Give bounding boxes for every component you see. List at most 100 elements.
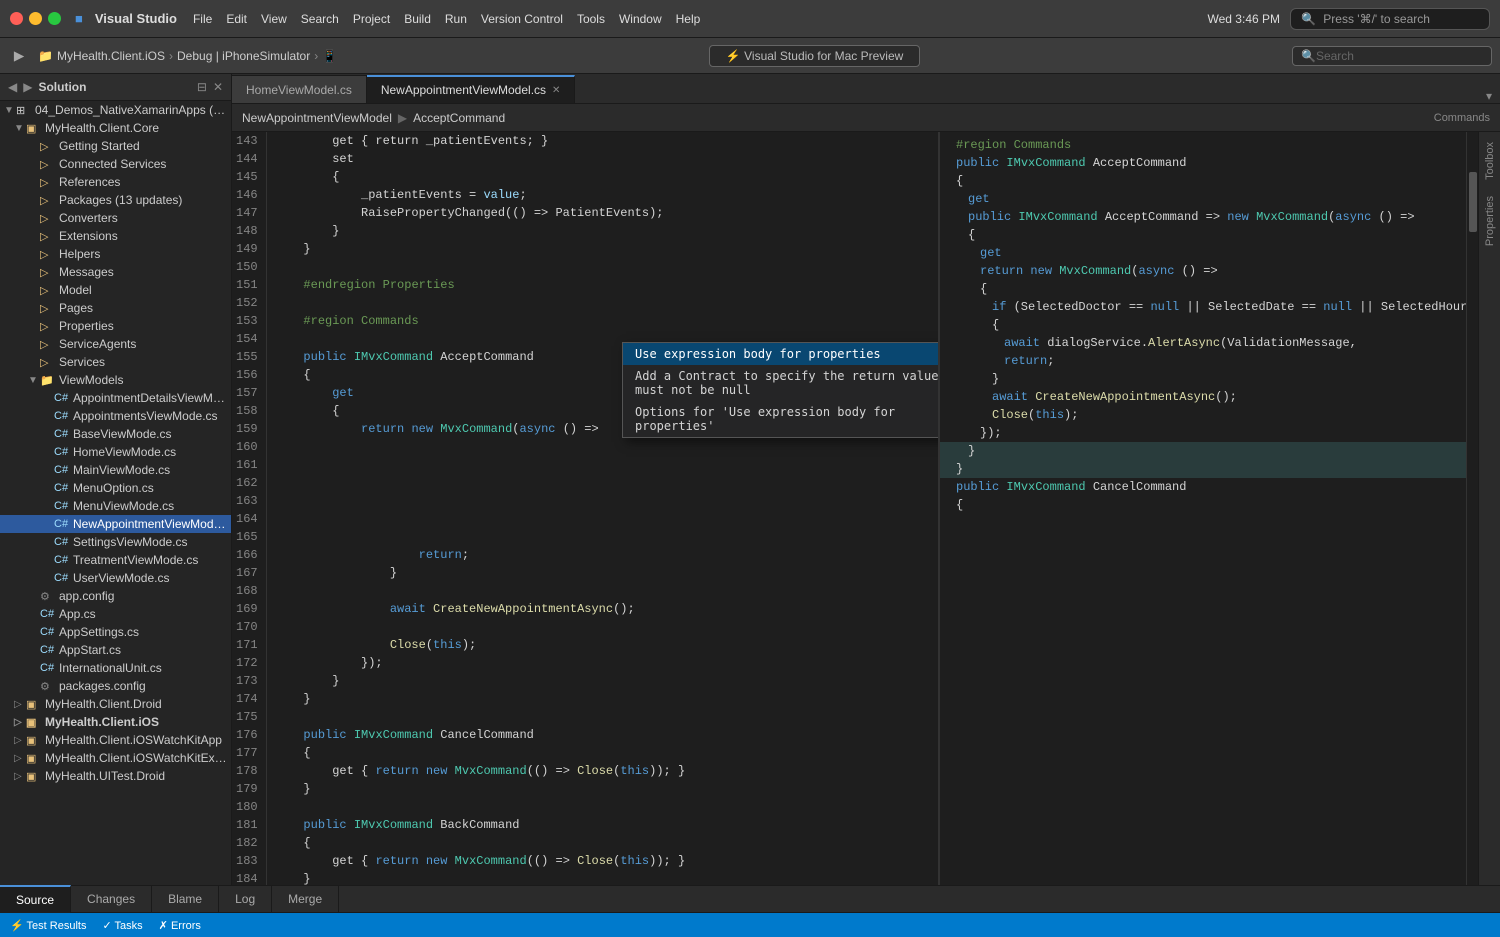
tree-node-file-5[interactable]: C# MainViewMode.cs <box>0 461 231 479</box>
cs-icon: C# <box>54 572 70 584</box>
cs-icon: C# <box>40 644 56 656</box>
tree-node-viewmodels[interactable]: ▼ 📁 ViewModels <box>0 371 231 389</box>
tree-node-serviceagents[interactable]: ▷ ServiceAgents <box>0 335 231 353</box>
tree-node-file-4[interactable]: C# HomeViewMode.cs <box>0 443 231 461</box>
cs-icon: C# <box>54 536 70 548</box>
tree-node-pkgconfig[interactable]: ⚙ packages.config <box>0 677 231 695</box>
minimize-button[interactable] <box>29 12 42 25</box>
table-row: return new MvxCommand(async () => <box>940 262 1478 280</box>
maximize-button[interactable] <box>48 12 61 25</box>
status-item-3[interactable]: ✗ Errors <box>159 919 201 932</box>
tree-node-file-3[interactable]: C# BaseViewMode.cs <box>0 425 231 443</box>
close-button[interactable] <box>10 12 23 25</box>
tree-node-droid[interactable]: ▷ ▣ MyHealth.Client.Droid <box>0 695 231 713</box>
status-item-2[interactable]: ✓ Tasks <box>102 919 142 932</box>
menu-project[interactable]: Project <box>353 12 390 26</box>
tree-node-properties[interactable]: ▷ Properties <box>0 317 231 335</box>
cs-icon: C# <box>54 554 70 566</box>
status-item-1[interactable]: ⚡ Test Results <box>10 919 86 932</box>
folder-icon: ▷ <box>40 338 56 351</box>
tree-node-appsettings[interactable]: C# AppSettings.cs <box>0 623 231 641</box>
menu-search[interactable]: Search <box>301 12 339 26</box>
tree-node-file-2[interactable]: C# AppointmentsViewMode.cs <box>0 407 231 425</box>
run-button[interactable]: ▶ <box>8 45 30 67</box>
breadcrumb-member[interactable]: AcceptCommand <box>413 111 505 125</box>
breadcrumb-class[interactable]: NewAppointmentViewModel <box>242 111 392 125</box>
tree-node-converters[interactable]: ▷ Converters <box>0 209 231 227</box>
bottom-tab-changes[interactable]: Changes <box>71 885 152 913</box>
menu-edit[interactable]: Edit <box>226 12 247 26</box>
tree-node-appcs[interactable]: C# App.cs <box>0 605 231 623</box>
tree-node-file-10[interactable]: C# UserViewMode.cs <box>0 569 231 587</box>
menu-file[interactable]: File <box>193 12 212 26</box>
toolbar-search[interactable]: 🔍 Search <box>1292 46 1492 66</box>
tree-node-solution[interactable]: ▼ ⊞ 04_Demos_NativeXamarinApps (master) <box>0 101 231 119</box>
tree-node-extensions[interactable]: ▷ Extensions <box>0 227 231 245</box>
sidebar-nav-back[interactable]: ◀ <box>8 80 17 94</box>
project-icon: ▣ <box>26 698 42 711</box>
tab-close-icon[interactable]: ✕ <box>552 85 560 96</box>
menu-run[interactable]: Run <box>445 12 467 26</box>
tree-node-messages[interactable]: ▷ Messages <box>0 263 231 281</box>
tree-node-file-1[interactable]: C# AppointmentDetailsViewMode.cs <box>0 389 231 407</box>
autocomplete-item-2[interactable]: Add a Contract to specify the return val… <box>623 365 938 401</box>
table-row: } <box>940 370 1478 388</box>
bottom-tab-merge[interactable]: Merge <box>272 885 339 913</box>
bottom-tab-blame[interactable]: Blame <box>152 885 219 913</box>
sidebar-layout-icon[interactable]: ⊟ <box>197 80 207 94</box>
tree-node-intunit[interactable]: C# InternationalUnit.cs <box>0 659 231 677</box>
tree-node-connected-services[interactable]: ▷ Connected Services <box>0 155 231 173</box>
tree-node-model[interactable]: ▷ Model <box>0 281 231 299</box>
tree-node-references[interactable]: ▷ References <box>0 173 231 191</box>
tree-node-services[interactable]: ▷ Services <box>0 353 231 371</box>
sidebar-nav-forward[interactable]: ▶ <box>23 80 32 94</box>
tree-node-helpers[interactable]: ▷ Helpers <box>0 245 231 263</box>
file-6-label: MenuOption.cs <box>73 481 154 495</box>
tree-node-pages[interactable]: ▷ Pages <box>0 299 231 317</box>
tree-node-appstart[interactable]: C# AppStart.cs <box>0 641 231 659</box>
tree-node-getting-started[interactable]: ▷ Getting Started <box>0 137 231 155</box>
properties-tab[interactable]: Properties <box>1482 190 1498 252</box>
menu-tools[interactable]: Tools <box>577 12 605 26</box>
tree-node-file-8[interactable]: C# SettingsViewMode.cs <box>0 533 231 551</box>
tab-home[interactable]: HomeViewModel.cs <box>232 75 367 103</box>
config-name[interactable]: Debug | iPhoneSimulator <box>177 49 310 63</box>
menu-view[interactable]: View <box>261 12 287 26</box>
sidebar-close-button[interactable]: ✕ <box>213 80 223 94</box>
tree-node-uitest[interactable]: ▷ ▣ MyHealth.UITest.Droid <box>0 767 231 785</box>
tree-node-watchkit[interactable]: ▷ ▣ MyHealth.Client.iOSWatchKitApp <box>0 731 231 749</box>
right-panel-scroll[interactable]: #region Commands public IMvxCommand Acce… <box>940 132 1478 885</box>
project-breadcrumb: 📁 MyHealth.Client.iOS › Debug | iPhoneSi… <box>38 49 337 63</box>
vs-preview-bar: ⚡ Visual Studio for Mac Preview <box>345 45 1284 67</box>
bottom-tab-source[interactable]: Source <box>0 885 71 913</box>
tree-node-ios[interactable]: ▷ ▣ MyHealth.Client.iOS <box>0 713 231 731</box>
tree-node-file-7[interactable]: C# MenuViewMode.cs <box>0 497 231 515</box>
tree-node-appconfig[interactable]: ⚙ app.config <box>0 587 231 605</box>
menu-versioncontrol[interactable]: Version Control <box>481 12 563 26</box>
autocomplete-item-3[interactable]: Options for 'Use expression body for pro… <box>623 401 938 437</box>
main-layout: ◀ ▶ Solution ⊟ ✕ ▼ ⊞ 04_Demos_NativeXama… <box>0 74 1500 885</box>
breadcrumb-sep: ▶ <box>398 111 407 125</box>
tabs-overflow[interactable]: ▾ <box>1478 89 1500 103</box>
menu-help[interactable]: Help <box>676 12 701 26</box>
toolbox-tab[interactable]: Toolbox <box>1482 136 1498 186</box>
bottom-tab-log[interactable]: Log <box>219 885 272 913</box>
blame-tab-label: Blame <box>168 892 202 906</box>
tree-node-watchkitext[interactable]: ▷ ▣ MyHealth.Client.iOSWatchKitExtension <box>0 749 231 767</box>
cs-icon: C# <box>54 428 70 440</box>
global-search[interactable]: 🔍 Press '⌘/' to search <box>1290 8 1490 30</box>
tree-node-file-active[interactable]: C# NewAppointmentViewMode.cs <box>0 515 231 533</box>
scrollbar-thumb[interactable] <box>1469 172 1477 232</box>
tree-node-core[interactable]: ▼ ▣ MyHealth.Client.Core <box>0 119 231 137</box>
menu-build[interactable]: Build <box>404 12 431 26</box>
right-scrollbar[interactable] <box>1466 132 1478 885</box>
tree-node-file-6[interactable]: C# MenuOption.cs <box>0 479 231 497</box>
table-row: 172 }); <box>232 654 938 672</box>
project-name[interactable]: MyHealth.Client.iOS <box>57 49 165 63</box>
tree-node-packages[interactable]: ▷ Packages (13 updates) <box>0 191 231 209</box>
menu-window[interactable]: Window <box>619 12 662 26</box>
tree-node-file-9[interactable]: C# TreatmentViewMode.cs <box>0 551 231 569</box>
tab-newappointment[interactable]: NewAppointmentViewModel.cs ✕ <box>367 75 576 103</box>
left-editor-scroll[interactable]: 143 get { return _patientEvents; } 144 s… <box>232 132 938 885</box>
autocomplete-item-1[interactable]: Use expression body for properties <box>623 343 938 365</box>
